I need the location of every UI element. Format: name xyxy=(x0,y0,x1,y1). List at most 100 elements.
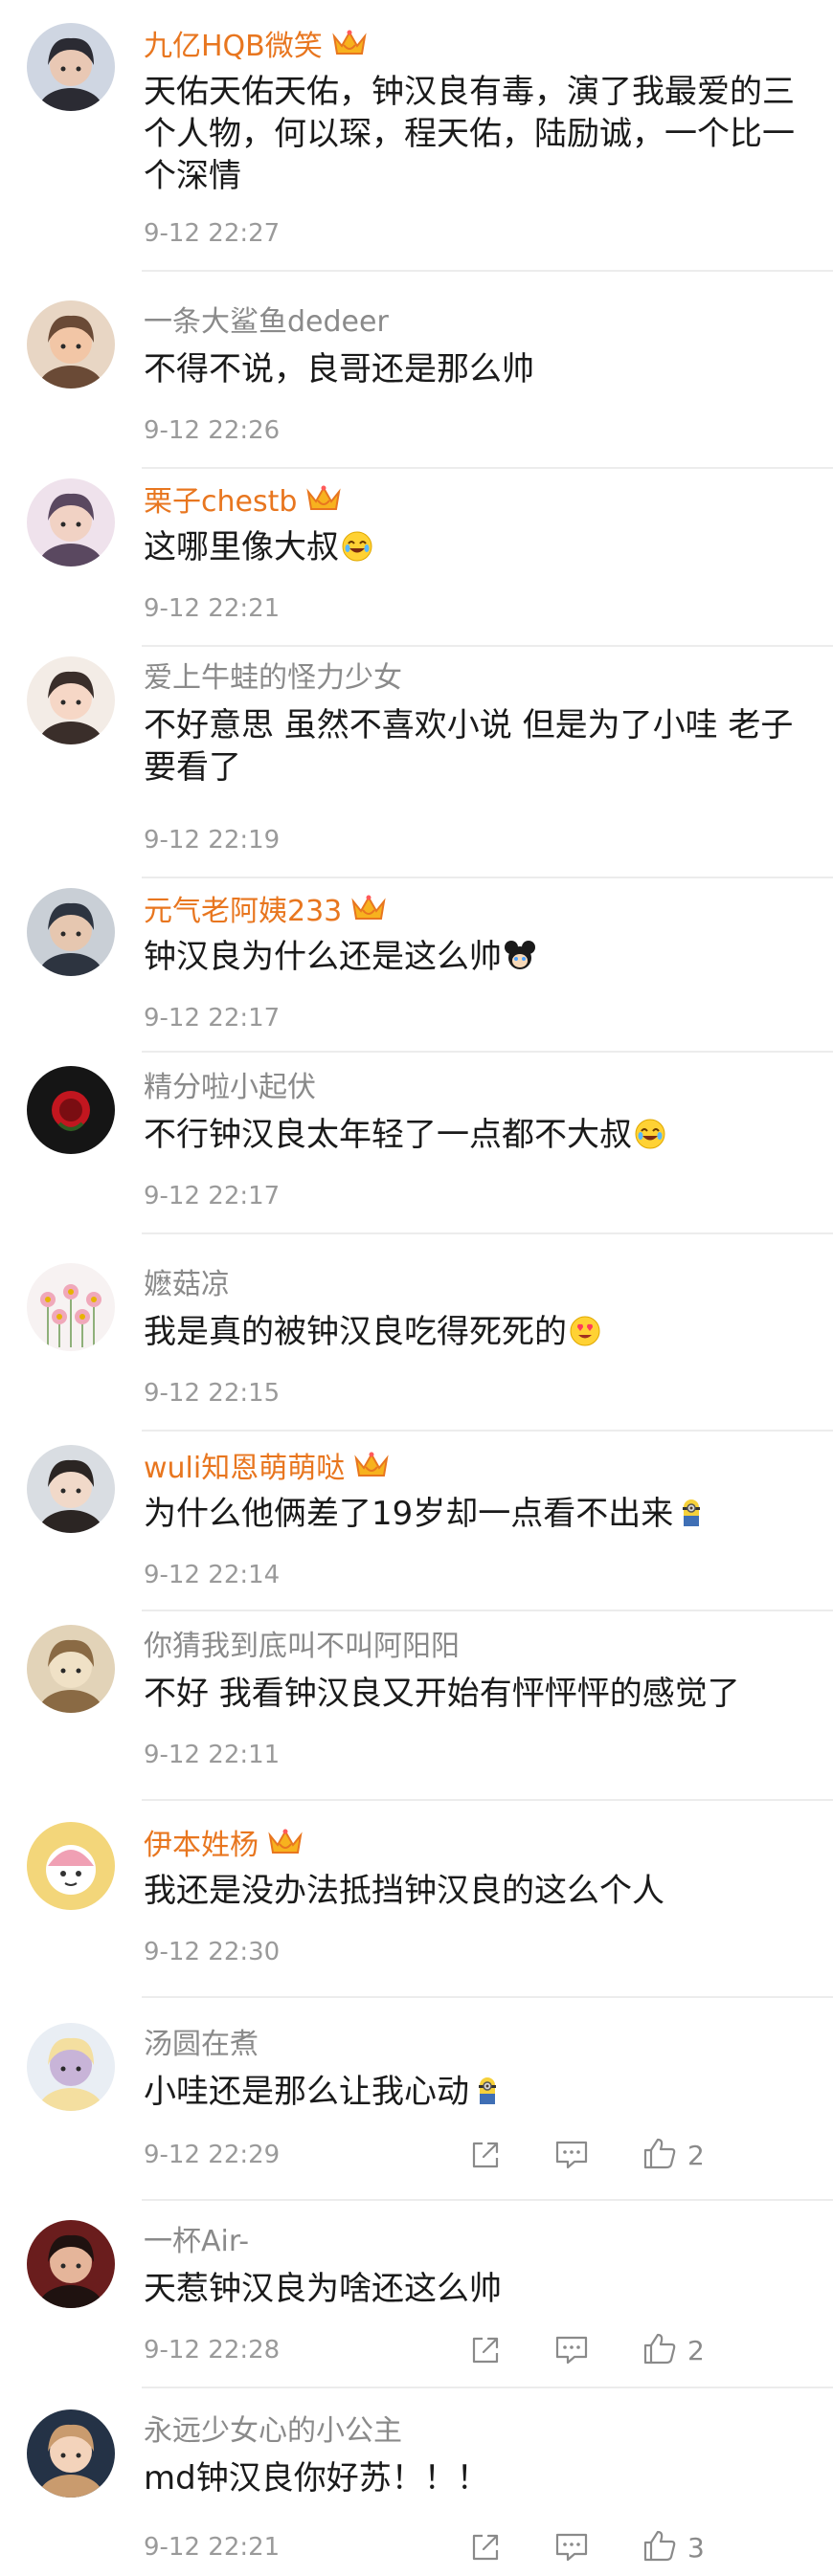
comment-timestamp: 9-12 22:26 xyxy=(144,416,281,445)
comment-actions: 3 xyxy=(469,2528,833,2566)
avatar[interactable] xyxy=(27,1445,115,1533)
username[interactable]: 爱上牛蛙的怪力少女 xyxy=(144,660,402,697)
divider xyxy=(142,1996,833,1998)
laugh-cry-emoji xyxy=(341,530,373,573)
comment-timestamp: 9-12 22:28 xyxy=(144,2336,281,2365)
divider xyxy=(142,1430,833,1432)
comment-text: 我还是没办法抵挡钟汉良的这么个人 xyxy=(144,1870,804,1912)
comment-text: 为什么他俩差了19岁却一点看不出来 xyxy=(144,1493,804,1540)
avatar[interactable] xyxy=(27,1822,115,1910)
comment-timestamp: 9-12 22:15 xyxy=(144,1379,281,1408)
username-label[interactable]: 元气老阿姨233 xyxy=(144,895,342,928)
comment-timestamp: 9-12 22:11 xyxy=(144,1741,281,1769)
like-count: 3 xyxy=(687,2531,705,2564)
username[interactable]: 栗子chestb xyxy=(144,482,343,524)
like-button[interactable]: 2 xyxy=(642,2136,705,2174)
thumbs-up-icon xyxy=(642,2136,678,2174)
comment-timestamp: 9-12 22:29 xyxy=(144,2141,281,2169)
comment-text: md钟汉良你好苏！！！ xyxy=(144,2457,804,2499)
username[interactable]: 九亿HQB微笑 xyxy=(144,27,369,69)
divider xyxy=(142,645,833,647)
comment-body: md钟汉良你好苏！！！ xyxy=(144,2459,489,2498)
username-label[interactable]: 嬷菇凉 xyxy=(144,1268,230,1301)
comment-body: 不得不说，良哥还是那么帅 xyxy=(144,350,534,389)
comment-text: 不行钟汉良太年轻了一点都不大叔 xyxy=(144,1114,804,1161)
avatar[interactable] xyxy=(27,656,115,744)
comment-body: 小哇还是那么让我心动 xyxy=(144,2073,469,2111)
avatar[interactable] xyxy=(27,300,115,389)
comment-text: 不好意思 虽然不喜欢小说 但是为了小哇 老子要看了 xyxy=(144,704,804,788)
divider xyxy=(142,2199,833,2201)
avatar[interactable] xyxy=(27,2220,115,2308)
like-button[interactable]: 2 xyxy=(642,2331,705,2369)
username-label[interactable]: 精分啦小起伏 xyxy=(144,1071,316,1104)
comment-timestamp: 9-12 22:21 xyxy=(144,2533,281,2562)
avatar[interactable] xyxy=(27,478,115,566)
vip-crown-icon xyxy=(349,892,388,934)
comment-body: 天佑天佑天佑，钟汉良有毒，演了我最爱的三个人物，何以琛，程天佑，陆励诚，一个比一… xyxy=(144,73,795,195)
comment-body: 不行钟汉良太年轻了一点都不大叔 xyxy=(144,1116,632,1154)
username-label[interactable]: 一条大鲨鱼dedeer xyxy=(144,305,389,339)
avatar[interactable] xyxy=(27,1263,115,1351)
thumbs-up-icon xyxy=(642,2528,678,2566)
comment-text: 小哇还是那么让我心动 xyxy=(144,2071,804,2118)
username[interactable]: 元气老阿姨233 xyxy=(144,892,388,934)
comment-timestamp: 9-12 22:17 xyxy=(144,1182,281,1210)
username-label[interactable]: 一杯Air- xyxy=(144,2225,249,2258)
username-label[interactable]: 栗子chestb xyxy=(144,485,297,519)
username-label[interactable]: 九亿HQB微笑 xyxy=(144,30,323,63)
avatar[interactable] xyxy=(27,1625,115,1713)
comment-body: 钟汉良为什么还是这么帅 xyxy=(144,938,502,976)
comment-icon[interactable] xyxy=(553,2528,590,2566)
username[interactable]: 一条大鲨鱼dedeer xyxy=(144,304,389,341)
username[interactable]: wuli知恩萌萌哒 xyxy=(144,1449,391,1491)
comment-body: 我还是没办法抵挡钟汉良的这么个人 xyxy=(144,1872,664,1910)
username-label[interactable]: wuli知恩萌萌哒 xyxy=(144,1452,345,1485)
share-icon[interactable] xyxy=(469,2528,502,2566)
mouse-crying-emoji xyxy=(504,940,536,983)
avatar[interactable] xyxy=(27,888,115,976)
username[interactable]: 你猜我到底叫不叫阿阳阳 xyxy=(144,1629,460,1665)
comment-icon[interactable] xyxy=(553,2331,590,2369)
username[interactable]: 一杯Air- xyxy=(144,2224,249,2260)
vip-crown-icon xyxy=(330,27,369,69)
share-icon[interactable] xyxy=(469,2136,502,2174)
minion-emoji xyxy=(471,2075,504,2118)
comment-text: 钟汉良为什么还是这么帅 xyxy=(144,936,804,983)
username[interactable]: 汤圆在煮 xyxy=(144,2027,259,2063)
avatar[interactable] xyxy=(27,23,115,111)
avatar[interactable] xyxy=(27,2409,115,2498)
divider xyxy=(142,1232,833,1234)
laugh-cry-emoji xyxy=(634,1118,666,1161)
thumbs-up-icon xyxy=(642,2331,678,2369)
comment-body: 我是真的被钟汉良吃得死死的 xyxy=(144,1313,567,1351)
username-label[interactable]: 永远少女心的小公主 xyxy=(144,2414,402,2448)
username-label[interactable]: 伊本姓杨 xyxy=(144,1829,259,1862)
share-icon[interactable] xyxy=(469,2331,502,2369)
comment-icon[interactable] xyxy=(553,2136,590,2174)
avatar[interactable] xyxy=(27,1066,115,1154)
username[interactable]: 伊本姓杨 xyxy=(144,1826,304,1868)
username-label[interactable]: 你猜我到底叫不叫阿阳阳 xyxy=(144,1630,460,1663)
comment-body: 不好 我看钟汉良又开始有怦怦怦的感觉了 xyxy=(144,1675,740,1713)
divider xyxy=(142,1051,833,1053)
username[interactable]: 嬷菇凉 xyxy=(144,1267,230,1303)
vip-crown-icon xyxy=(304,482,343,524)
username-label[interactable]: 汤圆在煮 xyxy=(144,2028,259,2061)
comment-timestamp: 9-12 22:27 xyxy=(144,219,281,248)
comment-timestamp: 9-12 22:17 xyxy=(144,1004,281,1033)
comment-actions: 2 xyxy=(469,2331,833,2369)
username[interactable]: 永远少女心的小公主 xyxy=(144,2413,402,2450)
avatar[interactable] xyxy=(27,2023,115,2111)
comment-timestamp: 9-12 22:21 xyxy=(144,594,281,623)
comment-body: 这哪里像大叔 xyxy=(144,528,339,566)
comment-text: 天佑天佑天佑，钟汉良有毒，演了我最爱的三个人物，何以琛，程天佑，陆励诚，一个比一… xyxy=(144,71,804,197)
comment-text: 天惹钟汉良为啥还这么帅 xyxy=(144,2268,804,2310)
username-label[interactable]: 爱上牛蛙的怪力少女 xyxy=(144,661,402,695)
minion-emoji xyxy=(675,1497,708,1540)
vip-crown-icon xyxy=(266,1826,304,1868)
comment-body: 天惹钟汉良为啥还这么帅 xyxy=(144,2270,502,2308)
comment-actions: 2 xyxy=(469,2136,833,2174)
like-button[interactable]: 3 xyxy=(642,2528,705,2566)
username[interactable]: 精分啦小起伏 xyxy=(144,1070,316,1106)
